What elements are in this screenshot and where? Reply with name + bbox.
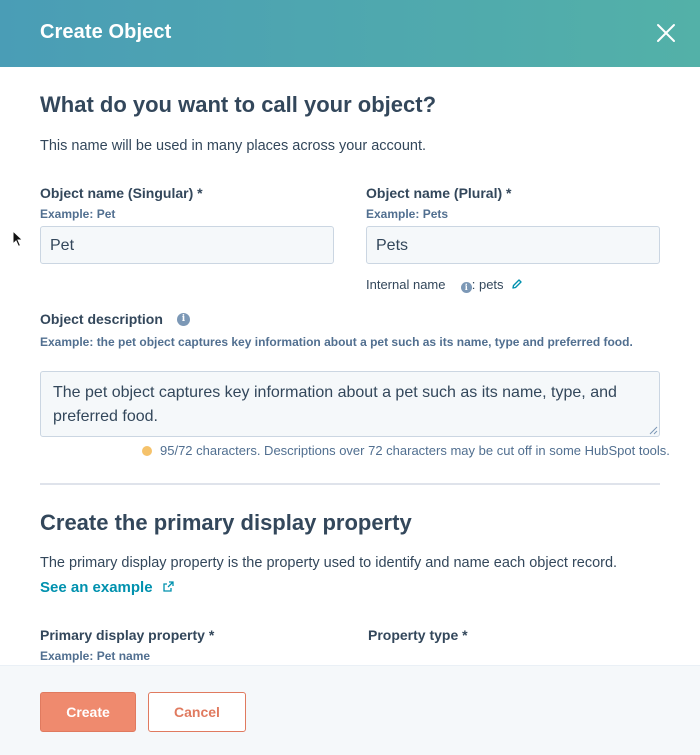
internal-name: Internal name i: pets — [366, 277, 523, 293]
character-count-text: 95/72 characters. Descriptions over 72 c… — [160, 443, 670, 458]
warning-dot-icon — [142, 446, 152, 456]
primary-display-property-hint: Example: Pet name — [40, 649, 151, 663]
close-button[interactable] — [654, 21, 678, 45]
display-property-description: The primary display property is the prop… — [40, 555, 618, 571]
object-description-value: The pet object captures key information … — [53, 384, 617, 425]
internal-name-label: Internal name — [366, 277, 446, 292]
singular-hint: Example: Pet — [40, 207, 116, 221]
see-example-link[interactable]: See an example — [40, 579, 174, 596]
modal-header: Create Object — [0, 0, 700, 67]
resize-grip-icon[interactable] — [649, 426, 658, 435]
section-divider — [40, 483, 660, 485]
singular-name-input[interactable]: Pet — [40, 226, 334, 264]
close-icon — [657, 24, 675, 42]
character-count: 95/72 characters. Descriptions over 72 c… — [142, 443, 670, 458]
object-description-textarea[interactable]: The pet object captures key information … — [40, 371, 660, 437]
external-link-icon — [163, 581, 174, 592]
modal-title: Create Object — [40, 21, 172, 43]
object-description-label: Object description — [40, 311, 163, 327]
naming-description: This name will be used in many places ac… — [40, 138, 427, 154]
display-property-heading: Create the primary display property — [40, 510, 412, 535]
internal-name-value: : pets — [471, 277, 504, 292]
info-icon[interactable]: i — [460, 282, 472, 293]
plural-name-input[interactable]: Pets — [366, 226, 660, 264]
primary-display-property-label: Primary display property * — [40, 627, 215, 643]
naming-heading: What do you want to call your object? — [40, 92, 437, 117]
pencil-icon[interactable] — [511, 278, 523, 290]
create-object-modal: Create Object What do you want to call y… — [0, 0, 700, 755]
plural-label: Object name (Plural) * — [366, 185, 512, 201]
modal-body[interactable]: What do you want to call your object? Th… — [0, 67, 700, 665]
see-example-label: See an example — [40, 579, 153, 596]
plural-hint: Example: Pets — [366, 207, 449, 221]
cancel-button[interactable]: Cancel — [148, 692, 246, 732]
info-icon[interactable]: i — [177, 313, 190, 326]
create-button[interactable]: Create — [40, 692, 136, 732]
object-description-hint: Example: the pet object captures key inf… — [40, 335, 633, 349]
property-type-label: Property type * — [368, 627, 468, 643]
singular-label: Object name (Singular) * — [40, 185, 203, 201]
mouse-pointer-icon — [12, 230, 24, 248]
modal-footer: Create Cancel — [0, 665, 700, 755]
